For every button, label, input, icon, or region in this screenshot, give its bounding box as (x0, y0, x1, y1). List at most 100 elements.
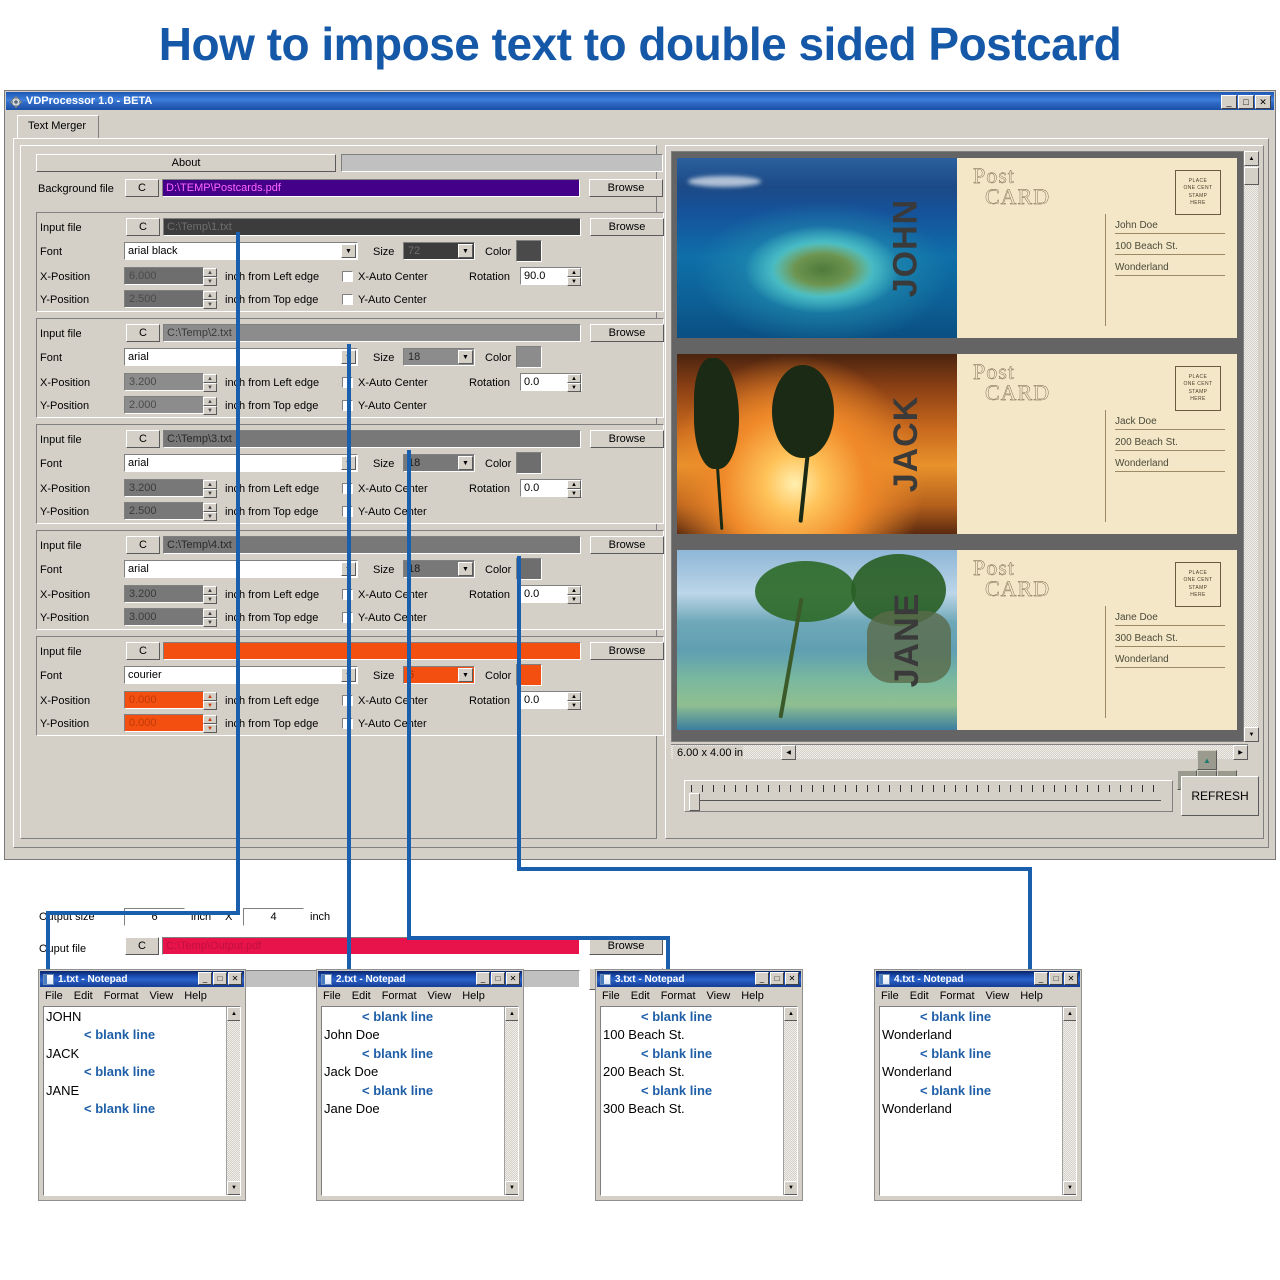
font-combo-1[interactable]: arial black ▼ (124, 242, 358, 260)
chevron-down-icon[interactable]: ▼ (341, 350, 356, 364)
scroll-left-icon[interactable]: ◀ (781, 745, 796, 760)
chevron-down-icon[interactable]: ▼ (458, 350, 473, 364)
font-combo-5[interactable]: courier ▼ (124, 666, 358, 684)
notepad-menu-view[interactable]: View (150, 990, 174, 1002)
scroll-up-icon[interactable]: ▲ (1063, 1007, 1076, 1021)
x-auto-center-checkbox-5[interactable] (342, 695, 353, 706)
input-browse-button-3[interactable]: Browse (590, 430, 664, 448)
notepad-menu-help[interactable]: Help (184, 990, 207, 1002)
notepad-minimize-button[interactable]: _ (755, 972, 769, 985)
notepad-menu-format[interactable]: Format (940, 990, 975, 1002)
y-spinner-3[interactable]: ▲ ▼ (203, 503, 217, 521)
color-swatch-4[interactable] (516, 558, 542, 580)
input-browse-button-2[interactable]: Browse (590, 324, 664, 342)
chevron-down-icon[interactable]: ▼ (341, 562, 356, 576)
x-auto-center-checkbox-3[interactable] (342, 483, 353, 494)
x-spinner-5[interactable]: ▲ ▼ (203, 692, 217, 710)
rotation-spinner-2[interactable]: ▲ ▼ (567, 374, 581, 392)
y-auto-center-checkbox-3[interactable] (342, 506, 353, 517)
input-file-field-5[interactable] (163, 642, 581, 660)
rotation-spinner-1[interactable]: ▲ ▼ (567, 268, 581, 286)
notepad-maximize-button[interactable]: □ (770, 972, 784, 985)
notepad-close-button[interactable]: ✕ (785, 972, 799, 985)
output-file-input[interactable]: C:\Temp\Output.pdf (162, 937, 580, 955)
scroll-down-icon[interactable]: ▼ (1063, 1181, 1076, 1195)
close-button[interactable]: ✕ (1255, 95, 1271, 109)
y-spinner-2[interactable]: ▲ ▼ (203, 397, 217, 415)
notepad-minimize-button[interactable]: _ (476, 972, 490, 985)
y-auto-center-checkbox-2[interactable] (342, 400, 353, 411)
y-position-input-2[interactable]: 2.000 ▲ ▼ (124, 396, 217, 415)
zoom-slider-thumb[interactable] (689, 793, 700, 811)
preview-vertical-scrollbar[interactable]: ▲ ▼ (1243, 151, 1259, 742)
size-combo-2[interactable]: 18 ▼ (403, 348, 475, 366)
rotation-spinner-5[interactable]: ▲ ▼ (567, 692, 581, 710)
notepad-textarea-3[interactable]: < blank line 100 Beach St. < blank line 200… (600, 1006, 798, 1196)
input-clear-button-5[interactable]: C (126, 642, 160, 660)
minimize-button[interactable]: _ (1221, 95, 1237, 109)
x-position-input-2[interactable]: 3.200 ▲ ▼ (124, 373, 217, 392)
notepad-scrollbar-1[interactable]: ▲ ▼ (226, 1007, 240, 1195)
notepad-textarea-2[interactable]: < blank line John Doe < blank line Jack Doe… (321, 1006, 519, 1196)
refresh-button[interactable]: REFRESH (1181, 776, 1259, 816)
notepad-textarea-4[interactable]: < blank line Wonderland < blank line Wonder… (879, 1006, 1077, 1196)
notepad-scrollbar-2[interactable]: ▲ ▼ (504, 1007, 518, 1195)
chevron-down-icon[interactable]: ▼ (341, 456, 356, 470)
x-position-input-1[interactable]: 6.000 ▲ ▼ (124, 267, 217, 286)
notepad-menu-file[interactable]: File (602, 990, 620, 1002)
input-clear-button-2[interactable]: C (126, 324, 160, 342)
notepad-menu-help[interactable]: Help (1020, 990, 1043, 1002)
scroll-up-icon[interactable]: ▲ (505, 1007, 518, 1021)
x-position-input-4[interactable]: 3.200 ▲ ▼ (124, 585, 217, 604)
chevron-down-icon[interactable]: ▼ (458, 456, 473, 470)
size-combo-5[interactable]: 6 ▼ (403, 666, 475, 684)
rotation-input-2[interactable]: 0.0 ▲ ▼ (520, 373, 582, 392)
about-button[interactable]: About (36, 154, 336, 172)
x-spinner-3[interactable]: ▲ ▼ (203, 480, 217, 498)
color-swatch-3[interactable] (516, 452, 542, 474)
notepad-menu-view[interactable]: View (986, 990, 1010, 1002)
notepad-close-button[interactable]: ✕ (506, 972, 520, 985)
font-combo-3[interactable]: arial ▼ (124, 454, 358, 472)
tab-text-merger[interactable]: Text Merger (17, 115, 100, 139)
chevron-down-icon[interactable]: ▼ (341, 668, 356, 682)
zoom-slider[interactable] (684, 780, 1173, 812)
scroll-up-icon[interactable]: ▲ (227, 1007, 240, 1021)
notepad-menu-edit[interactable]: Edit (74, 990, 93, 1002)
notepad-close-button[interactable]: ✕ (228, 972, 242, 985)
notepad-menu-file[interactable]: File (323, 990, 341, 1002)
pan-up-icon[interactable]: ▲ (1197, 750, 1217, 770)
color-swatch-2[interactable] (516, 346, 542, 368)
y-spinner-5[interactable]: ▲ ▼ (203, 715, 217, 733)
input-clear-button-1[interactable]: C (126, 218, 160, 236)
output-height-input[interactable]: 4 (243, 908, 304, 926)
notepad-maximize-button[interactable]: □ (213, 972, 227, 985)
input-file-field-2[interactable]: C:\Temp\2.txt (163, 324, 581, 342)
scroll-up-icon[interactable]: ▲ (1244, 151, 1259, 166)
chevron-down-icon[interactable]: ▼ (458, 668, 473, 682)
input-clear-button-3[interactable]: C (126, 430, 160, 448)
scroll-down-icon[interactable]: ▼ (505, 1181, 518, 1195)
notepad-menu-format[interactable]: Format (661, 990, 696, 1002)
x-auto-center-checkbox-1[interactable] (342, 271, 353, 282)
output-clear-button[interactable]: C (125, 937, 159, 955)
preview-horizontal-scrollbar[interactable]: 6.00 x 4.00 in ◀ ▶ (671, 744, 1248, 760)
x-spinner-1[interactable]: ▲ ▼ (203, 268, 217, 286)
color-swatch-5[interactable] (516, 664, 542, 686)
notepad-minimize-button[interactable]: _ (1034, 972, 1048, 985)
chevron-down-icon[interactable]: ▼ (458, 562, 473, 576)
x-auto-center-checkbox-2[interactable] (342, 377, 353, 388)
background-browse-button[interactable]: Browse (589, 179, 663, 197)
rotation-spinner-4[interactable]: ▲ ▼ (567, 586, 581, 604)
scroll-down-icon[interactable]: ▼ (1244, 727, 1259, 742)
notepad-menu-edit[interactable]: Edit (910, 990, 929, 1002)
notepad-menu-view[interactable]: View (428, 990, 452, 1002)
postcard-preview-canvas[interactable]: JOHN Post CARD PLACE ONE CENT STAMP HERE Jo… (671, 151, 1248, 742)
rotation-input-3[interactable]: 0.0 ▲ ▼ (520, 479, 582, 498)
y-position-input-5[interactable]: 0.000 ▲ ▼ (124, 714, 217, 733)
y-position-input-3[interactable]: 2.500 ▲ ▼ (124, 502, 217, 521)
notepad-menu-file[interactable]: File (881, 990, 899, 1002)
input-browse-button-1[interactable]: Browse (590, 218, 664, 236)
size-combo-1[interactable]: 72 ▼ (403, 242, 475, 260)
chevron-down-icon[interactable]: ▼ (458, 244, 473, 258)
